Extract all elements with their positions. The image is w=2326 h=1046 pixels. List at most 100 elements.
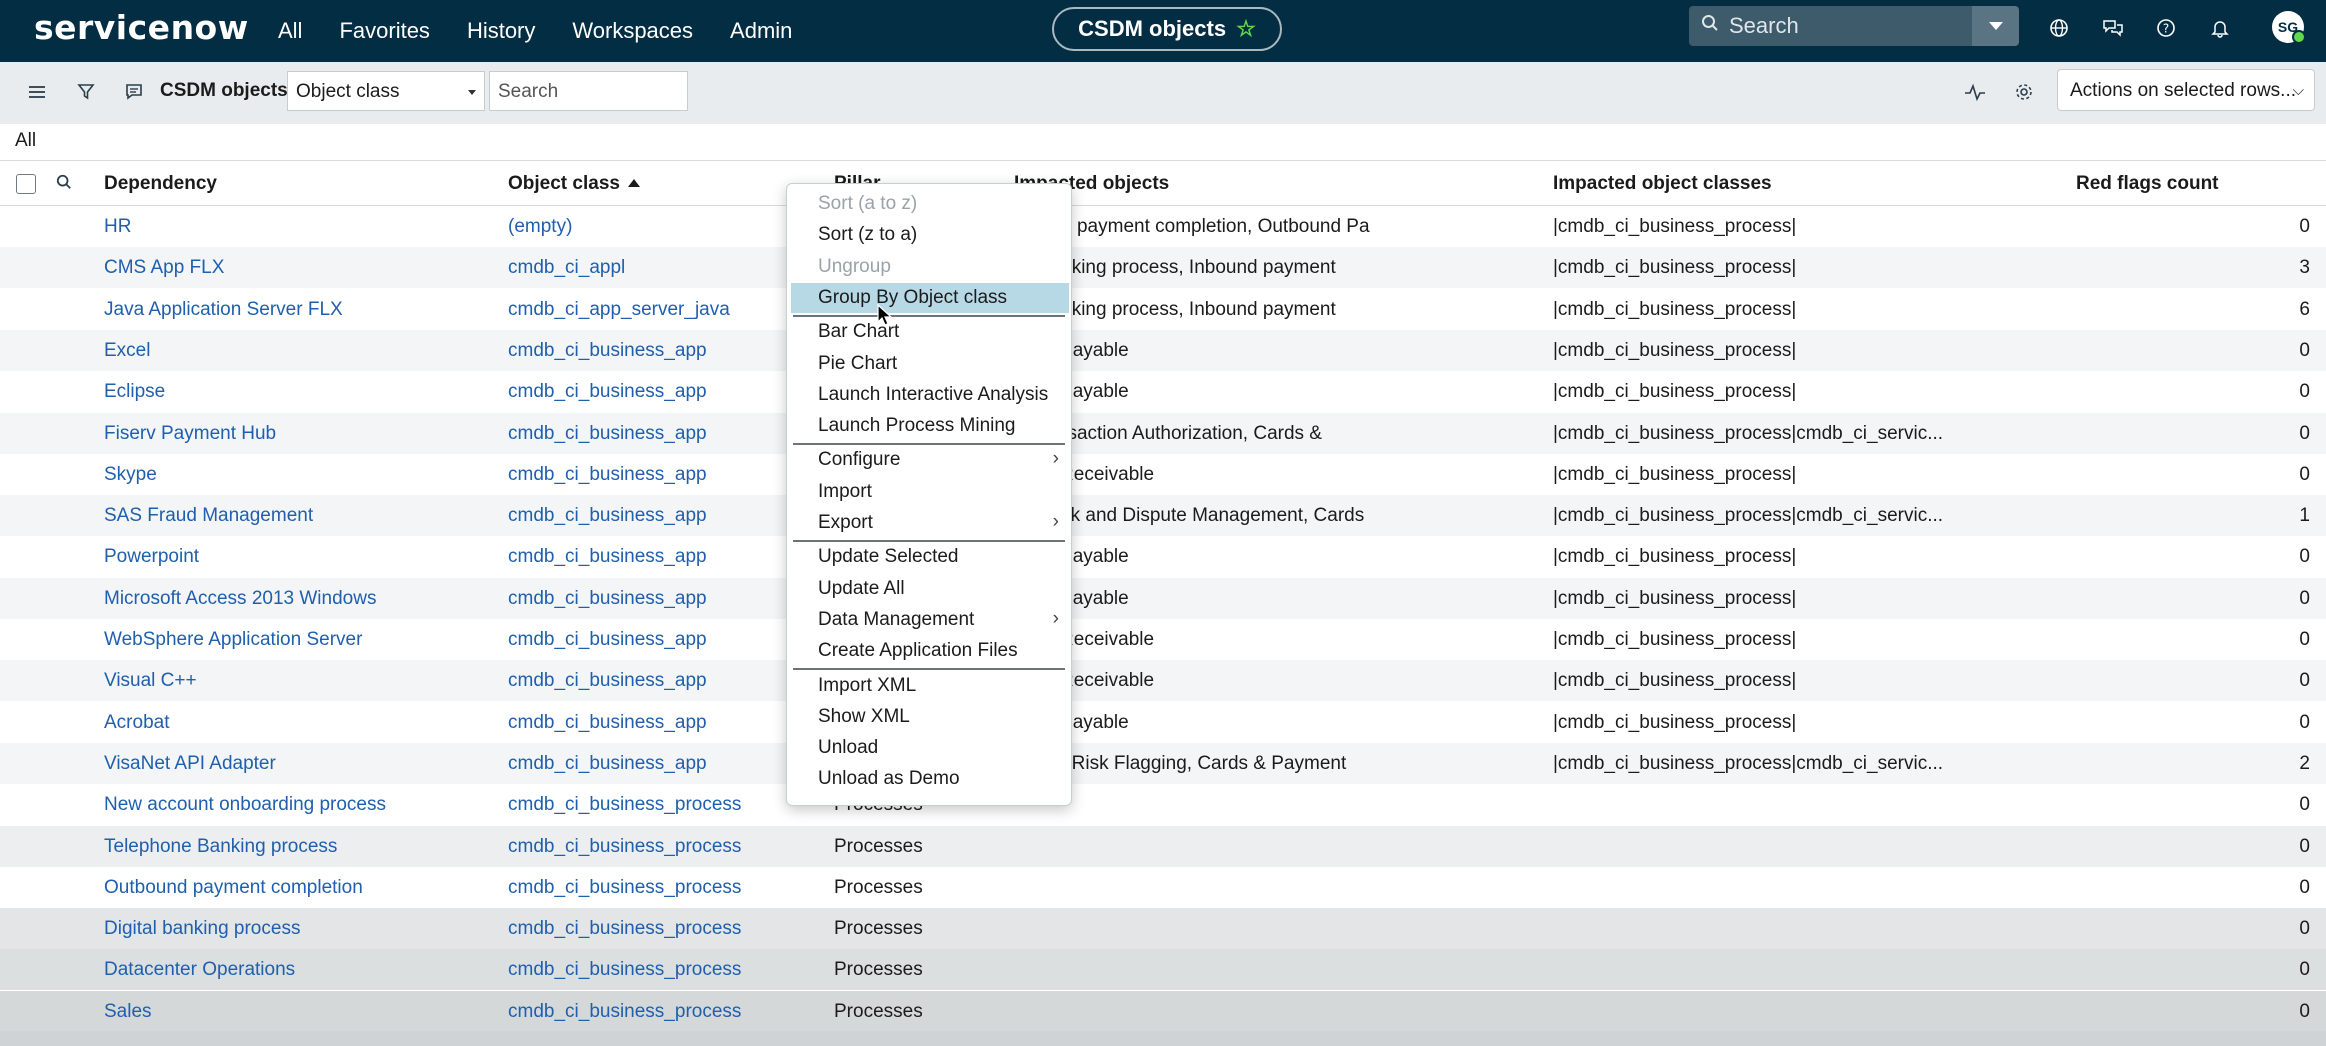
menu-item-data-management[interactable]: Data Management › [787, 605, 1071, 635]
menu-item-unload-as-demo[interactable]: Unload as Demo [787, 764, 1071, 794]
help-icon[interactable]: ? [2153, 15, 2179, 41]
table-row[interactable]: Acrobat cmdb_ci_business_app ts Payable |cm… [0, 702, 2326, 743]
cell-dependency[interactable]: New account onboarding process [104, 794, 494, 816]
column-header-impacted-object-classes[interactable]: Impacted object classes [1553, 173, 1772, 195]
table-row[interactable]: Datacenter Operations cmdb_ci_business_pr… [0, 949, 2326, 991]
table-row[interactable]: Eclipse cmdb_ci_business_app ts Payable |cm… [0, 371, 2326, 412]
cell-dependency[interactable]: CMS App FLX [104, 257, 494, 279]
global-search-input[interactable]: Search [1689, 6, 1972, 46]
nav-link-history[interactable]: History [467, 18, 535, 44]
filter-icon[interactable] [73, 79, 99, 105]
table-row[interactable]: Outbound payment completion cmdb_ci_busin… [0, 867, 2326, 908]
cell-dependency[interactable]: Eclipse [104, 381, 494, 403]
menu-item-sort-z-to-a[interactable]: Sort (z to a) [787, 220, 1071, 250]
cell-object-class[interactable]: cmdb_ci_business_process [508, 836, 788, 858]
cell-dependency[interactable]: Microsoft Access 2013 Windows [104, 588, 494, 610]
cell-object-class[interactable]: cmdb_ci_business_process [508, 794, 788, 816]
nav-link-admin[interactable]: Admin [730, 18, 792, 44]
star-icon[interactable]: ☆ [1236, 16, 1256, 42]
cell-dependency[interactable]: Powerpoint [104, 546, 494, 568]
cell-dependency[interactable]: Outbound payment completion [104, 877, 494, 899]
table-row[interactable]: SAS Fraud Management cmdb_ci_business_app… [0, 495, 2326, 537]
cell-dependency[interactable]: Telephone Banking process [104, 836, 494, 858]
table-row[interactable]: Sales cmdb_ci_business_process Processes 0 [0, 990, 2326, 1032]
cell-object-class[interactable]: cmdb_ci_business_process [508, 959, 788, 981]
column-header-dependency[interactable]: Dependency [104, 173, 217, 195]
menu-item-create-application-files[interactable]: Create Application Files [787, 636, 1071, 666]
cell-object-class[interactable]: cmdb_ci_app_server_java [508, 299, 788, 321]
list-search-input[interactable]: Search [489, 71, 688, 111]
cell-dependency[interactable]: Fiserv Payment Hub [104, 423, 494, 445]
servicenow-logo[interactable]: servicenow [34, 8, 249, 47]
table-row[interactable]: VisaNet API Adapter cmdb_ci_business_app m… [0, 742, 2326, 784]
breadcrumb[interactable]: All [15, 130, 36, 152]
menu-item-group-by-object-class[interactable]: Group By Object class [791, 282, 1069, 313]
bell-icon[interactable] [2207, 15, 2233, 41]
nav-link-all[interactable]: All [278, 18, 302, 44]
table-row[interactable]: New account onboarding process cmdb_ci_bu… [0, 784, 2326, 825]
table-row[interactable]: Excel cmdb_ci_business_app ts Payable |cmdb… [0, 329, 2326, 371]
hamburger-icon[interactable] [24, 79, 50, 105]
column-header-object-class[interactable]: Object class [508, 173, 640, 195]
globe-icon[interactable] [2046, 15, 2072, 41]
table-row[interactable]: Visual C++ cmdb_ci_business_app ts Receiva… [0, 660, 2326, 702]
table-row[interactable]: Fiserv Payment Hub cmdb_ci_business_app ra… [0, 412, 2326, 454]
cell-dependency[interactable]: Visual C++ [104, 670, 494, 692]
cell-dependency[interactable]: Datacenter Operations [104, 959, 494, 981]
comment-icon[interactable] [121, 79, 147, 105]
cell-object-class[interactable]: cmdb_ci_business_process [508, 918, 788, 940]
cell-object-class[interactable]: cmdb_ci_business_process [508, 1001, 788, 1023]
table-row[interactable]: HR (empty) und payment completion, Outboun… [0, 206, 2326, 247]
menu-item-update-selected[interactable]: Update Selected [787, 542, 1071, 572]
avatar[interactable]: SG [2272, 11, 2306, 44]
menu-item-pie-chart[interactable]: Pie Chart [787, 349, 1071, 379]
column-header-red-flags-count[interactable]: Red flags count [2076, 173, 2219, 195]
cell-dependency[interactable]: Java Application Server FLX [104, 299, 494, 321]
table-row[interactable]: Java Application Server FLX cmdb_ci_app_s… [0, 289, 2326, 330]
table-row[interactable]: Skype cmdb_ci_business_app ts Receivable |c… [0, 454, 2326, 495]
cell-object-class[interactable]: cmdb_ci_business_app [508, 505, 788, 527]
table-row[interactable]: Digital banking process cmdb_ci_business_… [0, 908, 2326, 950]
cell-dependency[interactable]: SAS Fraud Management [104, 505, 494, 527]
cell-dependency[interactable]: Acrobat [104, 712, 494, 734]
table-row[interactable]: CMS App FLX cmdb_ci_appl banking process, … [0, 247, 2326, 289]
menu-item-export[interactable]: Export › [787, 508, 1071, 538]
actions-on-selected-rows-select[interactable]: Actions on selected rows... ⌵ [2057, 69, 2315, 111]
cell-object-class[interactable]: cmdb_ci_business_app [508, 340, 788, 362]
menu-item-launch-interactive-analysis[interactable]: Launch Interactive Analysis [787, 380, 1071, 410]
cell-object-class[interactable]: cmdb_ci_business_app [508, 753, 788, 775]
search-scope-dropdown[interactable] [1972, 6, 2019, 46]
nav-link-workspaces[interactable]: Workspaces [572, 18, 693, 44]
cell-dependency[interactable]: VisaNet API Adapter [104, 753, 494, 775]
table-row[interactable]: Telephone Banking process cmdb_ci_busines… [0, 825, 2326, 867]
select-all-checkbox[interactable] [16, 174, 36, 194]
cell-dependency[interactable]: Skype [104, 464, 494, 486]
cell-object-class[interactable]: (empty) [508, 216, 788, 238]
cell-dependency[interactable]: Sales [104, 1001, 494, 1023]
cell-object-class[interactable]: cmdb_ci_business_process [508, 877, 788, 899]
menu-item-import-xml[interactable]: Import XML [787, 671, 1071, 701]
cell-object-class[interactable]: cmdb_ci_appl [508, 257, 788, 279]
menu-item-bar-chart[interactable]: Bar Chart [787, 317, 1071, 347]
cell-dependency[interactable]: WebSphere Application Server [104, 629, 494, 651]
pulse-icon[interactable] [1962, 79, 1988, 105]
menu-item-launch-process-mining[interactable]: Launch Process Mining [787, 411, 1071, 441]
menu-item-import[interactable]: Import [787, 477, 1071, 507]
table-row[interactable]: Powerpoint cmdb_ci_business_app ts Payable… [0, 536, 2326, 577]
chat-icon[interactable] [2100, 15, 2126, 41]
search-field-select[interactable]: Object class [287, 71, 485, 111]
table-row[interactable]: Microsoft Access 2013 Windows cmdb_ci_bus… [0, 577, 2326, 619]
menu-item-show-xml[interactable]: Show XML [787, 702, 1071, 732]
cell-object-class[interactable]: cmdb_ci_business_app [508, 464, 788, 486]
table-row[interactable]: WebSphere Application Server cmdb_ci_busi… [0, 619, 2326, 660]
cell-object-class[interactable]: cmdb_ci_business_app [508, 588, 788, 610]
cell-dependency[interactable]: HR [104, 216, 494, 238]
gear-icon[interactable] [2011, 79, 2037, 105]
cell-object-class[interactable]: cmdb_ci_business_app [508, 546, 788, 568]
cell-dependency[interactable]: Excel [104, 340, 494, 362]
context-title-pill[interactable]: CSDM objects ☆ [1052, 7, 1282, 51]
cell-object-class[interactable]: cmdb_ci_business_app [508, 670, 788, 692]
nav-link-favorites[interactable]: Favorites [339, 18, 429, 44]
menu-item-update-all[interactable]: Update All [787, 574, 1071, 604]
cell-object-class[interactable]: cmdb_ci_business_app [508, 712, 788, 734]
